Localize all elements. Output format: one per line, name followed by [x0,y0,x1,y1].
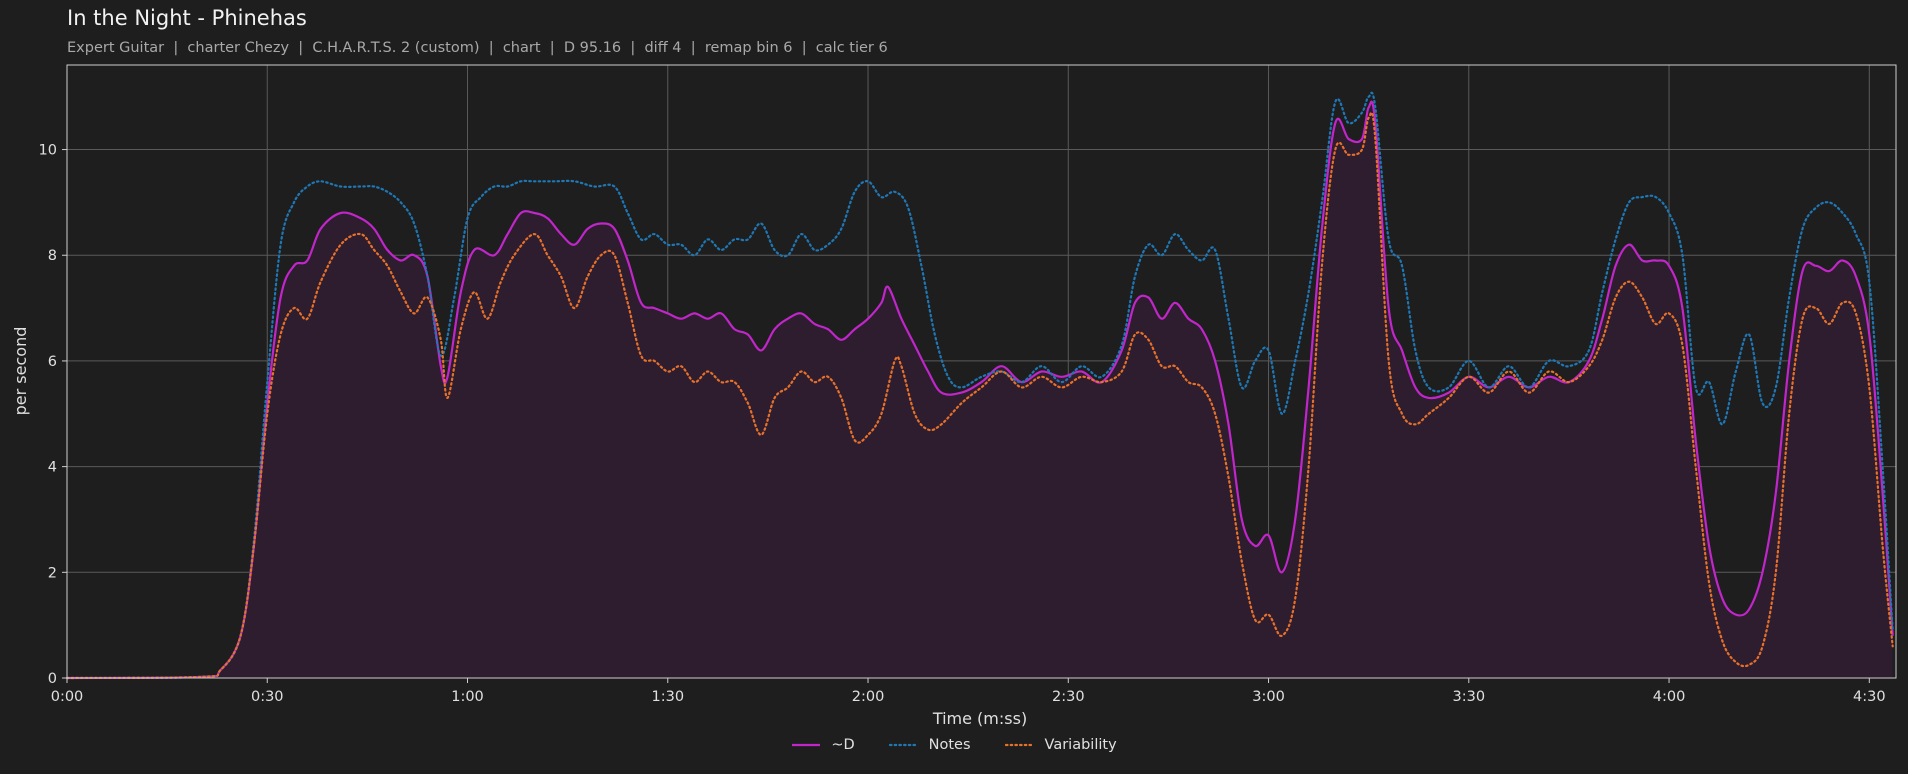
x-tick-label: 3:30 [1453,689,1486,705]
x-axis-label: Time (m:ss) [932,709,1027,728]
x-tick-label: 0:30 [251,689,284,705]
x-tick-label: 4:00 [1653,689,1686,705]
y-tick-label: 6 [48,354,57,370]
legend-swatch [888,743,919,747]
y-tick-label: 0 [48,671,57,687]
y-tick-label: 8 [48,248,57,264]
y-tick-label: 4 [48,460,57,476]
legend-item-variability: Variability [1004,737,1117,753]
legend-label: ~D [831,737,855,753]
y-tick-label: 10 [39,143,57,159]
x-tick-label: 1:30 [651,689,684,705]
legend-label: Variability [1044,737,1117,753]
y-tick-label: 2 [48,565,57,581]
x-tick-label: 0:00 [51,689,84,705]
legend-item-notes: Notes [888,737,971,753]
legend-label: Notes [928,737,971,753]
legend-swatch [1004,743,1035,747]
line-chart: 0:00 0:30 1:00 1:30 2:00 2:30 3:00 3:30 4:00 4:30… [11,64,1897,728]
x-tick-label: 4:30 [1853,689,1886,705]
x-tick-label: 1:00 [451,689,484,705]
legend-swatch [792,743,821,747]
x-tick-label: 2:30 [1052,689,1085,705]
legend: ~D Notes Variability [0,737,1908,753]
x-tick-label: 3:00 [1252,689,1285,705]
y-axis-label: per second [11,327,30,416]
legend-item-d: ~D [791,737,855,753]
x-tick-label: 2:00 [852,689,885,705]
